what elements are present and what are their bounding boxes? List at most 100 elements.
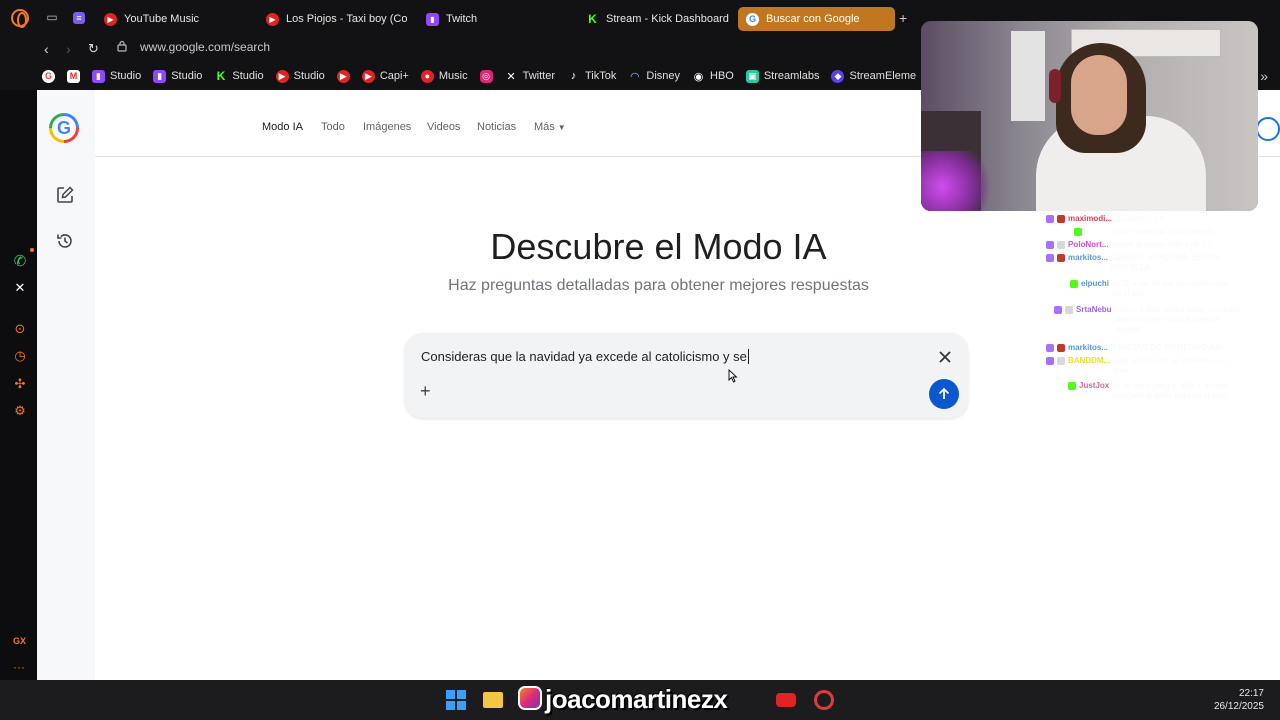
opera-gx-logo-icon[interactable]	[11, 9, 29, 28]
tab-noticias[interactable]: Noticias	[477, 121, 516, 133]
bookmark-label: TikTok	[585, 70, 617, 82]
chat-text: ya se pone para el año, y a cada mercado…	[1112, 381, 1229, 400]
chat-text: el 7B a las 88 me uso medio sino en el a…	[1112, 279, 1230, 298]
tab-videos[interactable]: Videos	[427, 121, 460, 133]
forward-arrow-icon[interactable]: ›	[66, 41, 71, 57]
new-tab-plus-icon[interactable]: +	[899, 11, 907, 25]
bookmark-google[interactable]: G	[42, 69, 55, 83]
disney-icon: ◠	[630, 70, 640, 83]
url-field[interactable]: www.google.com/search	[140, 40, 270, 54]
youtube-icon[interactable]	[776, 693, 796, 707]
twitch-studio-icon: ▮	[92, 69, 105, 83]
send-button[interactable]	[929, 379, 959, 409]
bookmark-capi[interactable]: ▶ Capi+	[361, 69, 409, 83]
headset-icon	[1049, 69, 1061, 103]
ai-mode-search-box[interactable]: Consideras que la navidad ya excede al c…	[405, 333, 968, 418]
tab-label: Buscar con Google	[766, 13, 860, 25]
chat-message: elpuchi el 7B a las 88 me uso medio sino…	[1070, 279, 1237, 299]
clock-time: 22:17	[1238, 688, 1264, 699]
bookmark-disney[interactable]: ◠ Disney	[628, 70, 680, 83]
mod-badge-icon	[1057, 241, 1065, 249]
bookmark-label: Twitter	[522, 70, 555, 82]
bookmark-instagram[interactable]: ◎	[479, 69, 493, 83]
tab-kick-dashboard[interactable]: K Stream - Kick Dashboard	[578, 7, 733, 31]
bookmark-label: Studio	[232, 70, 264, 82]
more-options-icon[interactable]: ···	[13, 660, 25, 674]
google-logo-icon[interactable]	[49, 113, 79, 143]
chat-text: capí cuál mono secundario a su play	[1113, 356, 1227, 375]
history-icon[interactable]: ◷	[12, 348, 28, 364]
tab-todo[interactable]: Todo	[321, 121, 345, 133]
tab-modo-ia[interactable]: Modo IA	[262, 121, 303, 133]
tab-twitch[interactable]: ▮ Twitch	[418, 7, 568, 31]
bookmark-kick-studio[interactable]: K Studio	[214, 69, 264, 83]
bookmark-youtube-studio[interactable]: ▶ Studio	[275, 69, 325, 83]
kick-icon: K	[588, 12, 597, 26]
bookmark-label: Studio	[110, 70, 142, 82]
x-icon[interactable]: ✕	[12, 280, 28, 296]
reload-icon[interactable]: ↻	[88, 41, 99, 57]
bookmark-hbo[interactable]: ◉ HBO	[692, 70, 734, 83]
bookmark-label: Capi+	[379, 70, 409, 82]
bookmark-twitter[interactable]: ✕ Twitter	[505, 70, 555, 83]
tab-mas[interactable]: Más ▼	[534, 121, 566, 133]
bookmark-label: HBO	[710, 70, 734, 82]
extensions-icon[interactable]: ✣	[12, 376, 28, 392]
google-sidebar	[37, 90, 95, 680]
system-clock[interactable]: 22:17 26/12/2025	[1214, 687, 1264, 713]
chat-username: CAP_II	[1085, 227, 1111, 236]
bookmark-streamlabs[interactable]: ▣ Streamlabs	[745, 69, 819, 83]
youtube-icon: ▶	[266, 12, 279, 26]
file-explorer-icon[interactable]	[483, 692, 503, 708]
lock-icon	[117, 40, 127, 52]
twitch-icon: ▮	[153, 69, 167, 83]
tab-los-piojos[interactable]: ▶ Los Piojos - Taxi boy (Cor	[258, 7, 408, 31]
kick-badge-icon	[1074, 228, 1082, 236]
chat-message: CAP_II capí olvídense a mí pariente	[1074, 227, 1239, 237]
twitch-badge-icon	[1046, 254, 1054, 262]
twitch-badge-icon	[1046, 241, 1054, 249]
settings-gear-icon[interactable]: ⚙	[12, 403, 28, 419]
tiktok-icon: ♪	[570, 70, 577, 82]
gmail-icon: M	[67, 69, 80, 83]
bookmark-twitch-studio[interactable]: ▮ Studio	[92, 69, 142, 83]
tab-imagenes[interactable]: Imágenes	[363, 121, 411, 133]
gx-corner-icon[interactable]: GX	[13, 636, 26, 646]
twitch-icon: ▮	[426, 12, 439, 26]
webcam-fridge	[1011, 31, 1045, 121]
tab-islands-icon[interactable]: ▭	[45, 11, 59, 24]
twitch-badge-icon	[1054, 306, 1062, 314]
tab-buscar-con-google[interactable]: G Buscar con Google	[738, 7, 895, 31]
chat-message: maximodi... @Gordo... 13	[1046, 214, 1240, 224]
tab-list-icon[interactable]: ≡	[73, 12, 85, 24]
bookmark-tiktok[interactable]: ♪ TikTok	[567, 70, 617, 83]
hbo-icon: ◉	[693, 70, 704, 83]
tab-youtube-music[interactable]: ▶ YouTube Music	[96, 7, 256, 31]
clear-close-icon[interactable]	[938, 350, 952, 364]
search-input[interactable]: Consideras que la navidad ya excede al c…	[421, 349, 749, 364]
mouse-cursor-icon	[728, 369, 738, 383]
windows-start-icon[interactable]	[446, 690, 466, 710]
chat-username: markitos...	[1068, 343, 1109, 352]
bookmark-gmail[interactable]: M	[67, 69, 80, 83]
twitch-badge-icon	[1046, 215, 1054, 223]
account-avatar[interactable]	[1256, 117, 1280, 141]
bookmark-youtube-music[interactable]: ● Music	[420, 69, 468, 83]
whatsapp-icon[interactable]: ✆	[12, 253, 28, 270]
bookmark-youtube[interactable]: ▶	[336, 69, 350, 83]
opera-gx-icon[interactable]	[814, 690, 834, 710]
bookmark-twitch-dashboard[interactable]: ▮ Studio	[153, 69, 202, 83]
player-icon[interactable]: ⊙	[12, 321, 28, 337]
chevron-down-icon: ▼	[557, 123, 566, 132]
bookmark-label: Studio	[293, 70, 325, 82]
chat-username: SrtaNebu	[1076, 305, 1112, 314]
webcam-overlay	[921, 21, 1258, 211]
bookmark-label: Music	[438, 70, 468, 82]
add-attachment-plus-icon[interactable]: +	[420, 382, 431, 400]
youtube-icon: ▶	[336, 69, 350, 83]
bookmarks-overflow-icon[interactable]: »	[1260, 68, 1268, 84]
back-arrow-icon[interactable]: ‹	[44, 41, 49, 57]
new-chat-edit-icon[interactable]	[56, 186, 74, 204]
search-input-text: Consideras que la navidad ya excede al c…	[421, 349, 747, 364]
bookmark-streamelements[interactable]: ◆ StreamEleme	[831, 69, 916, 83]
